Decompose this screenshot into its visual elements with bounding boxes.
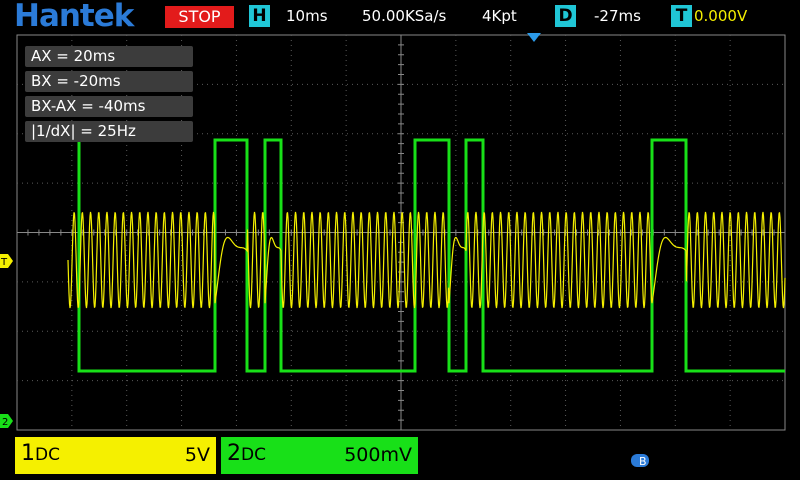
cursor-frequency-readout: |1/dX| = 25Hz [25,121,193,142]
ch2-ground-marker-label: 2 [2,417,8,428]
ch2-waveform [77,138,785,373]
lock-label: B [639,455,647,467]
cursor-bx-readout: BX = -20ms [25,71,193,92]
cursor-delta-readout: BX-AX = -40ms [25,96,193,117]
ch2-coupling: DC [241,445,266,465]
ch1-waveform [67,211,786,309]
cursor-ax-readout: AX = 20ms [25,46,193,67]
ch1-number: 1 [21,441,35,466]
trigger-position-marker[interactable] [527,33,541,42]
ch2-scale: 500mV [344,444,412,466]
trigger-level-marker-label: T [0,257,8,268]
ch1-scale: 5V [184,444,210,466]
ch2-number: 2 [227,441,241,466]
lock-icon: B [631,454,649,467]
ch2-info-box[interactable]: 2DC 500mV [221,437,418,474]
ch1-coupling: DC [35,445,60,465]
ch1-info-box[interactable]: 1DC 5V [15,437,216,474]
